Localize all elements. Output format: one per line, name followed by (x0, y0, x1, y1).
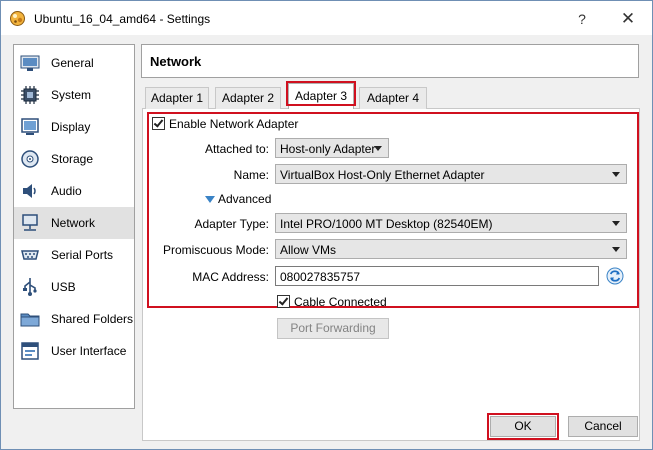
network-icon (22, 214, 38, 231)
sidebar-item-label: General (51, 56, 94, 70)
refresh-mac-icon[interactable] (606, 267, 624, 285)
tab-label: Adapter 4 (366, 91, 420, 105)
sidebar-item-serial-ports[interactable]: Serial Ports (14, 239, 134, 271)
name-select[interactable]: VirtualBox Host-Only Ethernet Adapter (275, 164, 627, 184)
settings-window: Ubuntu_16_04_amd64 - Settings ? ✕ Genera… (0, 0, 653, 450)
tab-highlight-box (286, 81, 356, 106)
chevron-down-icon (612, 221, 620, 226)
check-icon (278, 295, 289, 306)
ok-highlight-box (487, 413, 559, 440)
serial-ports-icon (21, 250, 39, 260)
enable-adapter-checkbox[interactable] (152, 117, 165, 130)
sidebar-item-storage[interactable]: Storage (14, 143, 134, 175)
port-forwarding-button[interactable]: Port Forwarding (277, 318, 389, 339)
adapter-type-select[interactable]: Intel PRO/1000 MT Desktop (82540EM) (275, 213, 627, 233)
sidebar-item-label: Network (51, 216, 96, 230)
cancel-label: Cancel (584, 419, 622, 433)
system-icon (21, 86, 39, 104)
port-forwarding-label: Port Forwarding (290, 321, 376, 335)
sidebar-item-label: Audio (51, 184, 82, 198)
name-value: VirtualBox Host-Only Ethernet Adapter (280, 168, 485, 182)
settings-sidebar: General System Display Storage Audio Net… (13, 44, 135, 409)
adapter-type-value: Intel PRO/1000 MT Desktop (82540EM) (280, 217, 493, 231)
mac-address-value: 080027835757 (280, 270, 361, 284)
user-interface-icon (21, 342, 39, 360)
adapter-type-label: Adapter Type: (194, 217, 270, 231)
mac-address-input[interactable]: 080027835757 (275, 266, 599, 286)
dialog-body: General System Display Storage Audio Net… (1, 35, 652, 449)
sidebar-item-general[interactable]: General (14, 47, 134, 79)
sidebar-item-user-interface[interactable]: User Interface (14, 335, 134, 367)
window-title: Ubuntu_16_04_amd64 - Settings (34, 12, 211, 26)
usb-icon (23, 278, 37, 296)
sidebar-item-label: System (51, 88, 92, 102)
attached-to-select[interactable]: Host-only Adapter (275, 138, 389, 158)
name-label: Name: (233, 168, 269, 182)
chevron-down-icon (612, 247, 620, 252)
shared-folders-icon (20, 313, 40, 327)
section-title: Network (150, 54, 202, 69)
advanced-toggle[interactable]: Advanced (218, 192, 271, 206)
enable-adapter-label: Enable Network Adapter (169, 117, 299, 131)
attached-to-label: Attached to: (204, 142, 269, 156)
sidebar-item-label: Serial Ports (51, 248, 114, 262)
cable-connected-checkbox[interactable] (277, 295, 290, 308)
tab-label: Adapter 2 (221, 91, 275, 105)
tab-adapter-4[interactable]: Adapter 4 (359, 87, 427, 109)
chevron-down-icon (612, 172, 620, 177)
tab-label: Adapter 1 (150, 91, 204, 105)
sidebar-item-audio[interactable]: Audio (14, 175, 134, 207)
check-icon (153, 117, 164, 128)
storage-icon (21, 150, 39, 168)
sidebar-item-system[interactable]: System (14, 79, 134, 111)
display-icon (21, 118, 39, 135)
cancel-button[interactable]: Cancel (568, 416, 638, 437)
expand-triangle-icon[interactable] (205, 196, 215, 203)
sidebar-item-label: Display (51, 120, 91, 134)
virtualbox-app-icon (10, 11, 25, 26)
title-bar: Ubuntu_16_04_amd64 - Settings ? ✕ (1, 1, 652, 35)
general-icon (20, 55, 40, 71)
sidebar-item-label: Shared Folders (51, 312, 134, 326)
sidebar-item-label: User Interface (51, 344, 127, 358)
promiscuous-mode-value: Allow VMs (280, 243, 337, 257)
tab-adapter-2[interactable]: Adapter 2 (215, 87, 281, 109)
sidebar-item-network[interactable]: Network (14, 207, 134, 239)
sidebar-item-display[interactable]: Display (14, 111, 134, 143)
sidebar-item-shared-folders[interactable]: Shared Folders (14, 303, 134, 335)
promiscuous-mode-select[interactable]: Allow VMs (275, 239, 627, 259)
close-button[interactable]: ✕ (617, 9, 639, 29)
attached-to-value: Host-only Adapter (280, 142, 376, 156)
sidebar-item-usb[interactable]: USB (14, 271, 134, 303)
sidebar-item-label: Storage (51, 152, 94, 166)
tab-adapter-1[interactable]: Adapter 1 (145, 87, 209, 109)
promiscuous-mode-label: Promiscuous Mode: (162, 243, 269, 257)
audio-icon (23, 184, 36, 198)
cable-connected-label: Cable Connected (294, 295, 387, 309)
chevron-down-icon (374, 146, 382, 151)
section-header: Network (141, 44, 639, 78)
mac-address-label: MAC Address: (192, 270, 269, 284)
sidebar-item-label: USB (51, 280, 76, 294)
help-button[interactable]: ? (571, 9, 593, 29)
